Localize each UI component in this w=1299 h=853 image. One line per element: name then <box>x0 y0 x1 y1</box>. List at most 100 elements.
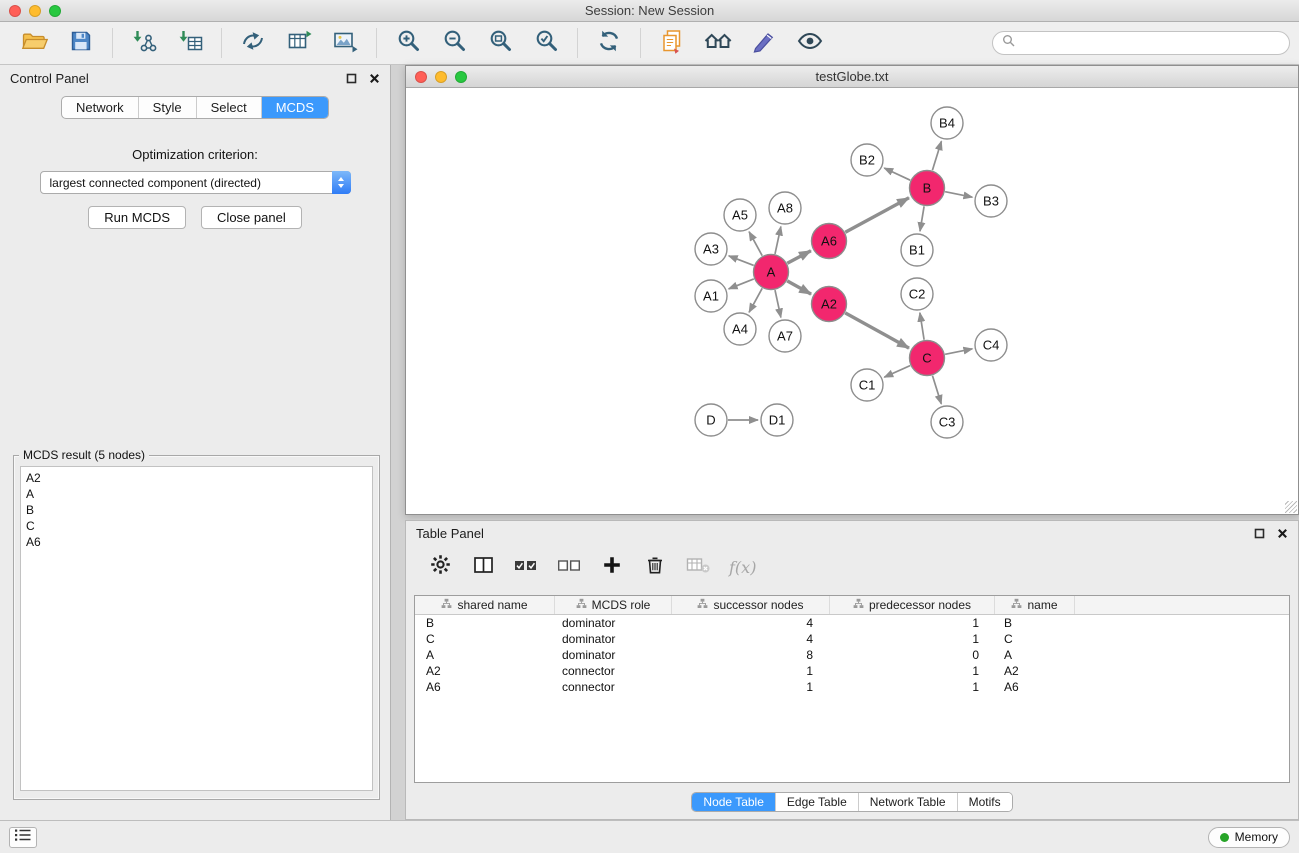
node-label-C3: C3 <box>939 415 956 430</box>
search-icon <box>1002 34 1015 52</box>
edge-A-A6[interactable] <box>787 251 811 264</box>
column-chooser-button[interactable] <box>471 555 495 579</box>
mcds-result-list[interactable]: A2ABCA6 <box>20 466 373 791</box>
edge-B-B3[interactable] <box>945 192 972 198</box>
table-cell-filler <box>1075 631 1289 647</box>
import-network-file-button[interactable] <box>129 28 159 58</box>
edge-A-A5[interactable] <box>749 232 762 256</box>
edge-A-A7[interactable] <box>775 290 781 317</box>
edge-A-A2[interactable] <box>787 281 811 294</box>
network-canvas[interactable]: AA6A2BCA5A8A3A1A4A7B2B4B3B1C2C1C3C4DD1 <box>406 89 1298 514</box>
tab-style[interactable]: Style <box>138 97 196 118</box>
zoom-network-window-button[interactable] <box>455 71 467 83</box>
new-table-button[interactable] <box>284 28 314 58</box>
fullscreen-window-button[interactable] <box>49 5 61 17</box>
delete-table-button[interactable] <box>686 555 710 579</box>
copy-page-button[interactable] <box>657 28 687 58</box>
search-input[interactable] <box>1021 36 1280 50</box>
table-row[interactable]: Cdominator41C <box>415 631 1289 647</box>
window-resize-handle[interactable] <box>1285 501 1297 513</box>
column-header-name[interactable]: name <box>995 596 1075 614</box>
select-all-checkbox-button[interactable] <box>514 555 538 579</box>
edge-B-B4[interactable] <box>932 141 941 170</box>
close-panel-icon[interactable] <box>369 73 380 84</box>
table-cell: A2 <box>995 663 1075 679</box>
show-panels-button[interactable] <box>9 827 37 848</box>
window-controls <box>9 5 61 17</box>
tab-edge-table[interactable]: Edge Table <box>775 793 858 811</box>
show-hide-eye-button[interactable] <box>795 28 825 58</box>
edge-A6-B[interactable] <box>845 198 909 232</box>
result-item[interactable]: A2 <box>26 470 367 486</box>
result-item[interactable]: A6 <box>26 534 367 550</box>
zoom-selected-button[interactable] <box>531 28 561 58</box>
close-network-window-button[interactable] <box>415 71 427 83</box>
search-box[interactable] <box>992 31 1290 55</box>
edge-A-A8[interactable] <box>775 227 781 254</box>
zoom-in-button[interactable] <box>393 28 423 58</box>
edge-B-B2[interactable] <box>884 168 910 180</box>
save-session-button[interactable] <box>66 28 96 58</box>
table-toolbar: f(x) <box>406 546 1298 588</box>
result-item[interactable]: C <box>26 518 367 534</box>
close-table-panel-icon[interactable] <box>1277 528 1288 539</box>
minimize-network-window-button[interactable] <box>435 71 447 83</box>
tab-mcds[interactable]: MCDS <box>261 97 328 118</box>
deselect-all-checkbox-button[interactable] <box>557 555 581 579</box>
table-cell: A2 <box>415 663 555 679</box>
edge-C-C2[interactable] <box>920 313 924 340</box>
edge-A-A4[interactable] <box>749 288 762 312</box>
app-titlebar: Session: New Session <box>0 0 1299 22</box>
edge-C-C4[interactable] <box>945 349 972 355</box>
home-view-button[interactable] <box>703 28 733 58</box>
column-header-successor-nodes[interactable]: successor nodes <box>672 596 830 614</box>
node-label-A8: A8 <box>777 201 793 216</box>
edge-A-A1[interactable] <box>729 279 754 289</box>
float-panel-icon[interactable] <box>346 73 357 84</box>
network-window-titlebar[interactable]: testGlobe.txt <box>406 66 1298 88</box>
tab-network[interactable]: Network <box>62 97 138 118</box>
minimize-window-button[interactable] <box>29 5 41 17</box>
table-row[interactable]: A2connector11A2 <box>415 663 1289 679</box>
memory-button[interactable]: Memory <box>1208 827 1290 848</box>
style-marker-button[interactable] <box>749 28 779 58</box>
tab-motifs[interactable]: Motifs <box>957 793 1012 811</box>
export-image-button[interactable] <box>330 28 360 58</box>
result-item[interactable]: B <box>26 502 367 518</box>
column-header-predecessor-nodes[interactable]: predecessor nodes <box>830 596 995 614</box>
delete-row-button[interactable] <box>643 555 667 579</box>
edge-A2-C[interactable] <box>845 313 909 348</box>
zoom-out-button[interactable] <box>439 28 469 58</box>
tab-network-table[interactable]: Network Table <box>858 793 957 811</box>
close-window-button[interactable] <box>9 5 21 17</box>
table-row[interactable]: Bdominator41B <box>415 615 1289 631</box>
optimization-dropdown[interactable]: largest connected component (directed) <box>40 171 351 194</box>
table-cell: connector <box>555 663 672 679</box>
function-builder-button[interactable]: f(x) <box>729 558 756 577</box>
import-table-file-button[interactable] <box>175 28 205 58</box>
float-table-panel-icon[interactable] <box>1254 528 1265 539</box>
tab-node-table[interactable]: Node Table <box>692 793 775 811</box>
table-row[interactable]: A6connector11A6 <box>415 679 1289 695</box>
table-row[interactable]: Adominator80A <box>415 647 1289 663</box>
settings-gear-button[interactable] <box>428 555 452 579</box>
edge-A-A3[interactable] <box>729 256 754 266</box>
table-cell: 1 <box>830 663 995 679</box>
run-mcds-button[interactable]: Run MCDS <box>88 206 186 229</box>
edge-B-B1[interactable] <box>920 206 924 231</box>
refresh-network-button[interactable] <box>594 28 624 58</box>
open-session-button[interactable] <box>20 28 50 58</box>
close-panel-button[interactable]: Close panel <box>201 206 302 229</box>
edge-C-C1[interactable] <box>884 366 910 378</box>
zoom-fit-button[interactable] <box>485 28 515 58</box>
column-header-shared-name[interactable]: shared name <box>415 596 555 614</box>
add-row-button[interactable] <box>600 555 624 579</box>
result-item[interactable]: A <box>26 486 367 502</box>
mcds-result-groupbox: MCDS result (5 nodes) A2ABCA6 <box>13 455 380 800</box>
new-network-button[interactable] <box>238 28 268 58</box>
tab-select[interactable]: Select <box>196 97 261 118</box>
column-header-MCDS-role[interactable]: MCDS role <box>555 596 672 614</box>
table-body: Bdominator41BCdominator41CAdominator80AA… <box>415 615 1289 695</box>
column-header-filler <box>1075 596 1289 614</box>
edge-C-C3[interactable] <box>933 376 942 404</box>
